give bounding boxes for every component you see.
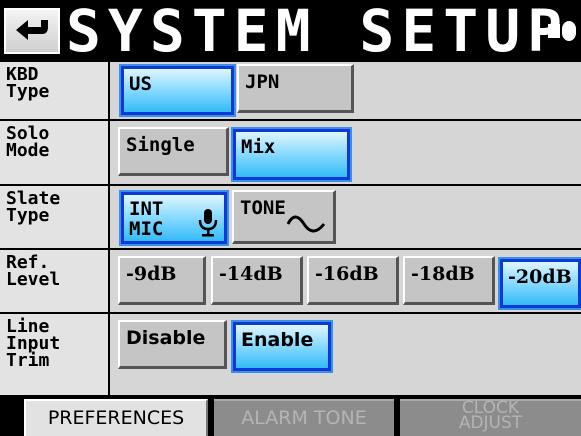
row-kbd-type: KBD Type US JPN [0,62,581,119]
return-arrow-icon [16,20,48,40]
line-input-trim-label: Line Input Trim [6,316,61,371]
header-bar: SYSTEM SETUP [0,0,581,65]
back-button[interactable] [4,8,60,54]
tab-preferences[interactable]: PREFERENCES [24,399,208,436]
power-plug-icon [538,21,576,41]
tab-alarm-tone[interactable]: ALARM TONE [214,399,394,436]
ref-14db-button[interactable]: -14dB [211,256,303,305]
ref-18db-button[interactable]: -18dB [403,256,495,305]
microphone-icon [198,209,218,237]
row-ref-level: Ref. Level -9dB -14dB -16dB -18dB -20dB [0,250,581,312]
kbd-jpn-button[interactable]: JPN [237,64,354,113]
solo-mix-button[interactable]: Mix [231,127,352,182]
row-solo-mode: Solo Mode Single Mix [0,121,581,184]
slate-tone-button[interactable]: TONE [232,190,336,244]
slate-int-mic-button[interactable]: INT MIC [119,190,229,246]
ref-16db-button[interactable]: -16dB [307,256,399,305]
solo-mode-label: Solo Mode [6,123,50,161]
row-slate-type: Slate Type INT MIC TONE [0,186,581,248]
kbd-type-label: KBD Type [6,64,50,102]
kbd-us-button[interactable]: US [119,64,236,117]
tab-clock-adjust[interactable]: CLOCK ADJUST [400,399,581,436]
settings-panel: KBD Type US JPN Solo Mode Single Mix Sla… [0,62,581,395]
solo-single-button[interactable]: Single [118,127,229,176]
slate-type-label: Slate Type [6,188,61,226]
trim-enable-button[interactable]: Enable [231,320,333,373]
page-title: SYSTEM SETUP [66,0,570,65]
trim-disable-button[interactable]: Disable [118,320,227,369]
ref-9db-button[interactable]: -9dB [118,256,206,305]
tab-bar: PREFERENCES ALARM TONE CLOCK ADJUST [0,395,581,436]
ref-20db-button[interactable]: -20dB [498,257,581,310]
sine-wave-icon [286,215,326,233]
ref-level-label: Ref. Level [6,252,61,290]
row-line-input-trim: Line Input Trim Disable Enable [0,314,581,395]
